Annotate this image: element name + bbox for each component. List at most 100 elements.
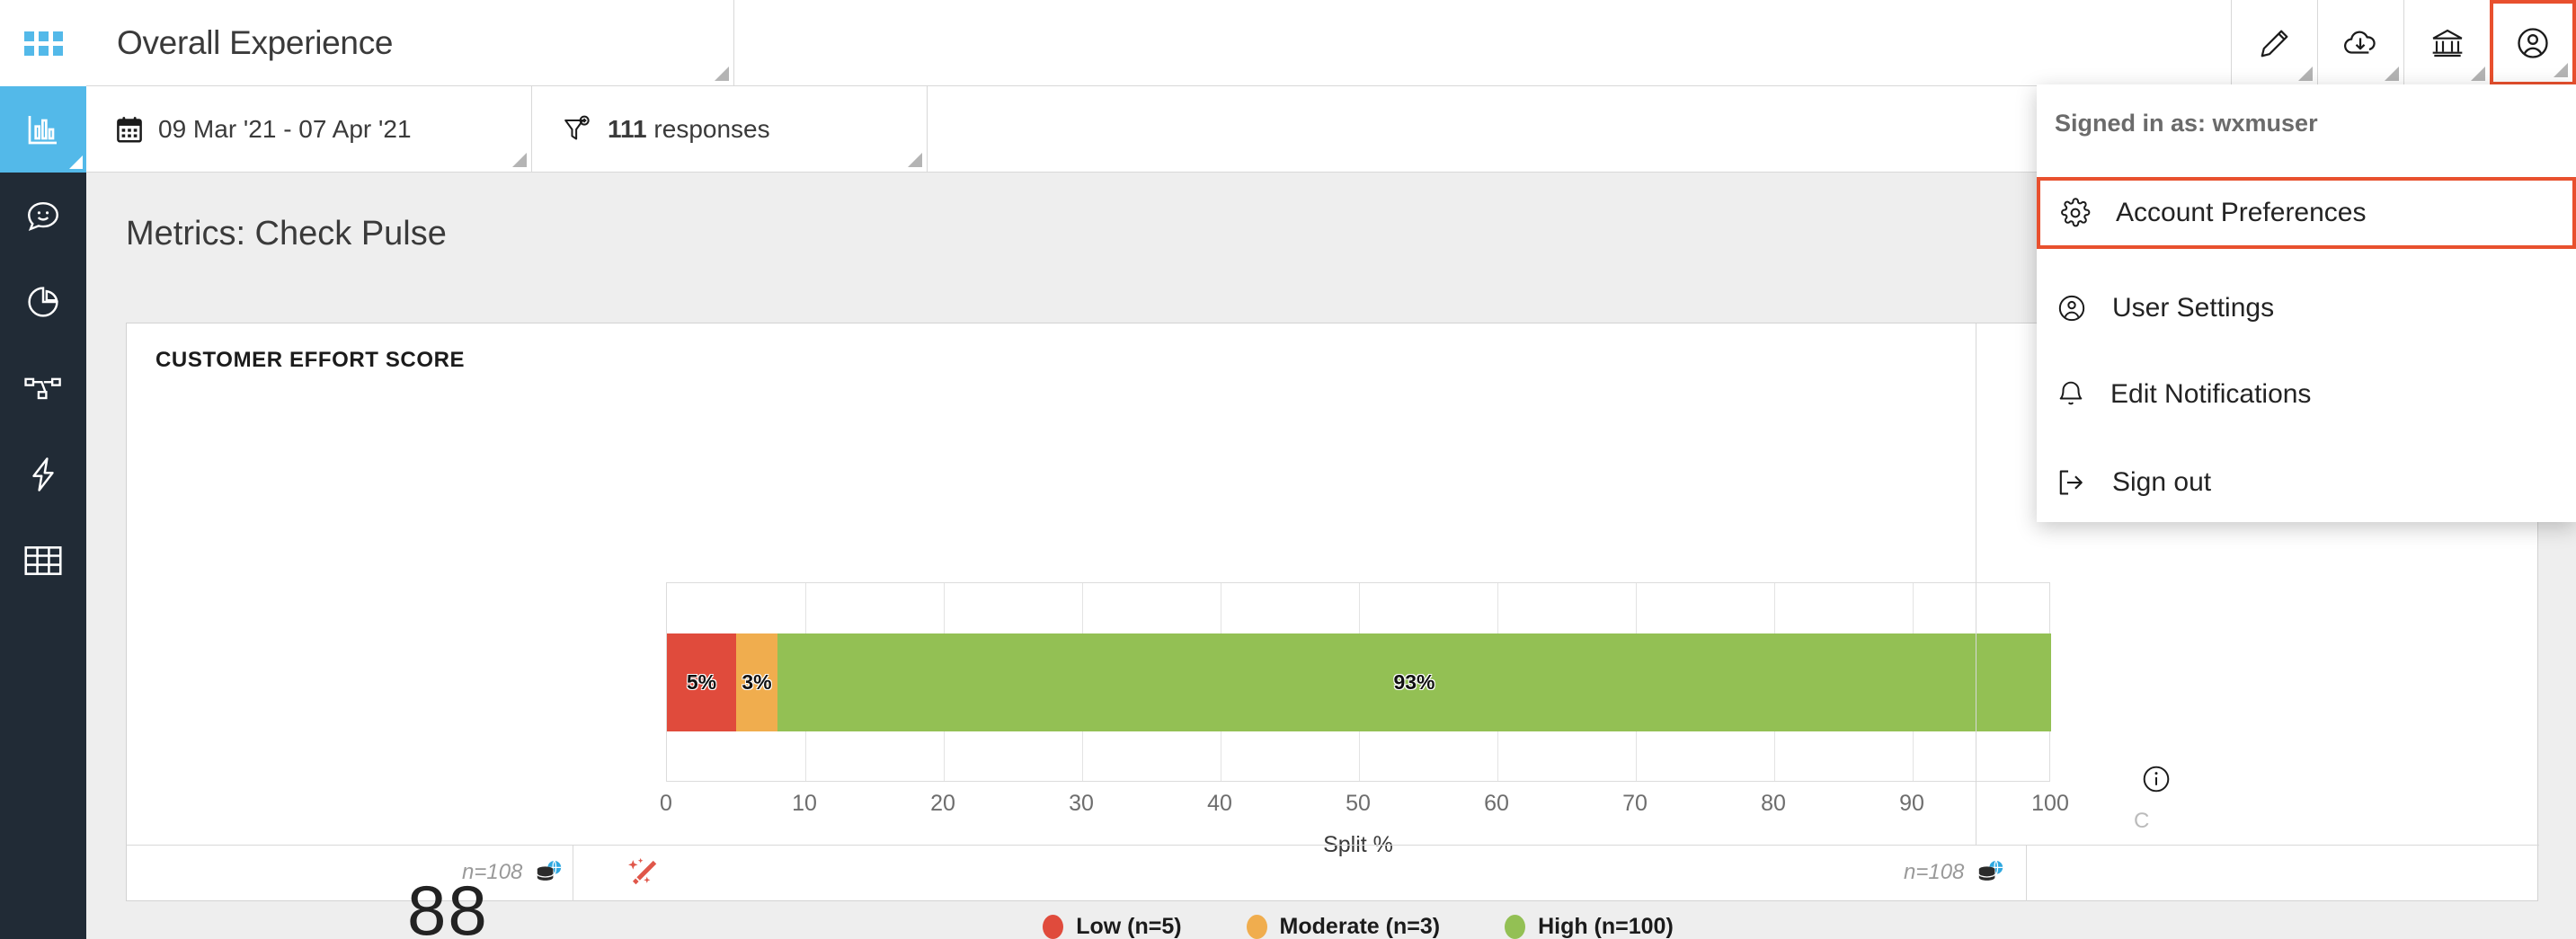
bar-segment-moderate-label: 3% bbox=[742, 670, 772, 694]
menu-item-sign-out[interactable]: Sign out bbox=[2037, 455, 2576, 510]
x-tick: 20 bbox=[930, 791, 955, 816]
bar-segment-high-label: 93% bbox=[1393, 670, 1435, 694]
resize-grip-icon[interactable] bbox=[715, 66, 729, 81]
footer-sample-size-right-label: n=108 bbox=[1904, 860, 1965, 884]
x-tick: 0 bbox=[660, 791, 672, 816]
responses-filter[interactable]: 111 responses bbox=[532, 86, 928, 172]
sidebar-item-reports[interactable] bbox=[0, 259, 86, 345]
menu-item-sign-out-label: Sign out bbox=[2112, 467, 2212, 497]
card-title: CUSTOMER EFFORT SCORE bbox=[155, 348, 466, 372]
chat-smiley-icon bbox=[24, 197, 62, 235]
bank-icon bbox=[2429, 26, 2465, 60]
resize-grip-icon bbox=[69, 155, 83, 169]
resize-grip-icon[interactable] bbox=[2298, 66, 2313, 81]
pencil-icon bbox=[2258, 26, 2292, 60]
page-title-cell[interactable]: Overall Experience bbox=[86, 0, 734, 85]
date-range-label: 09 Mar '21 - 07 Apr '21 bbox=[158, 114, 412, 143]
responses-count-label: responses bbox=[653, 114, 770, 143]
x-tick: 40 bbox=[1207, 791, 1232, 816]
sidebar-item-hierarchy[interactable] bbox=[0, 345, 86, 431]
footer-sample-size-left: n=108 bbox=[462, 858, 564, 887]
date-range-filter[interactable]: 09 Mar '21 - 07 Apr '21 bbox=[86, 86, 532, 172]
x-tick: 90 bbox=[1899, 791, 1924, 816]
chart-legend: Low (n=5) Moderate (n=3) High (n=100) bbox=[666, 914, 2050, 939]
menu-item-account-preferences[interactable]: Account Preferences bbox=[2037, 177, 2576, 249]
sidebar-item-apps[interactable] bbox=[0, 0, 86, 86]
x-tick: 50 bbox=[1346, 791, 1371, 816]
footer-divider bbox=[2026, 846, 2027, 901]
bell-icon bbox=[2056, 379, 2085, 410]
ces-stacked-bar-chart: 5% 3% 93% 0 10 20 30 40 50 60 70 80 90 1… bbox=[660, 582, 2069, 857]
sidebar-item-dashboard[interactable] bbox=[0, 86, 86, 173]
org-tree-icon bbox=[23, 372, 63, 404]
account-dropdown-menu: Signed in as: wxmuser Account Preference… bbox=[2037, 84, 2576, 522]
calendar-icon bbox=[117, 116, 142, 143]
gear-icon bbox=[2060, 198, 2091, 228]
panel2-truncated-label: C bbox=[2134, 809, 2150, 833]
magic-wand-icon[interactable] bbox=[626, 856, 662, 890]
left-sidebar bbox=[0, 0, 86, 939]
info-circle-icon[interactable] bbox=[2141, 764, 2172, 794]
bar-segment-low[interactable]: 5% bbox=[667, 633, 736, 731]
pie-chart-icon bbox=[24, 283, 62, 321]
resize-grip-icon[interactable] bbox=[512, 153, 527, 167]
app-root: Overall Experience 09 Mar '21 - 07 Apr '… bbox=[0, 0, 2576, 939]
x-tick: 80 bbox=[1761, 791, 1786, 816]
menu-item-edit-notifications[interactable]: Edit Notifications bbox=[2037, 367, 2576, 422]
table-grid-icon bbox=[23, 545, 63, 577]
database-globe-icon[interactable] bbox=[1975, 858, 2005, 887]
download-button[interactable] bbox=[2317, 0, 2403, 85]
x-tick: 30 bbox=[1069, 791, 1094, 816]
user-circle-icon bbox=[2515, 25, 2551, 61]
x-tick: 70 bbox=[1622, 791, 1648, 816]
top-header: Overall Experience bbox=[86, 0, 2576, 86]
menu-item-user-settings[interactable]: User Settings bbox=[2037, 280, 2576, 336]
resize-grip-icon[interactable] bbox=[2471, 66, 2485, 81]
footer-sample-size-left-label: n=108 bbox=[462, 860, 523, 884]
organization-button[interactable] bbox=[2403, 0, 2490, 85]
edit-button[interactable] bbox=[2231, 0, 2317, 85]
lightning-bolt-icon bbox=[25, 456, 61, 493]
legend-item-low[interactable]: Low (n=5) bbox=[1043, 914, 1182, 939]
legend-swatch-low bbox=[1043, 915, 1064, 939]
legend-swatch-moderate bbox=[1246, 915, 1267, 939]
legend-swatch-high bbox=[1505, 915, 1526, 939]
menu-item-user-settings-label: User Settings bbox=[2112, 293, 2275, 323]
user-circle-icon bbox=[2056, 293, 2087, 323]
account-button[interactable] bbox=[2490, 0, 2576, 85]
card-footer: n=108 n=108 bbox=[127, 845, 2539, 901]
sidebar-item-data-table[interactable] bbox=[0, 518, 86, 604]
page-title: Overall Experience bbox=[117, 23, 394, 61]
menu-item-account-preferences-label: Account Preferences bbox=[2116, 198, 2367, 227]
legend-label-low: Low (n=5) bbox=[1076, 914, 1182, 939]
responses-count: 111 responses bbox=[608, 115, 770, 144]
menu-item-edit-notifications-label: Edit Notifications bbox=[2110, 379, 2312, 409]
legend-item-high[interactable]: High (n=100) bbox=[1505, 914, 1674, 939]
filter-add-icon bbox=[563, 115, 591, 144]
sidebar-item-feedback[interactable] bbox=[0, 173, 86, 259]
signed-in-as-label: Signed in as: wxmuser bbox=[2055, 110, 2318, 137]
bar-segment-moderate[interactable]: 3% bbox=[736, 633, 777, 731]
sidebar-item-actions[interactable] bbox=[0, 431, 86, 518]
stacked-bar: 5% 3% 93% bbox=[667, 633, 2051, 731]
resize-grip-icon[interactable] bbox=[2385, 66, 2399, 81]
bar-segment-low-label: 5% bbox=[686, 670, 717, 694]
metrics-heading: Metrics: Check Pulse bbox=[126, 215, 447, 252]
cloud-download-icon bbox=[2342, 26, 2380, 60]
database-globe-icon[interactable] bbox=[533, 858, 564, 887]
chart-plot-area: 5% 3% 93% bbox=[666, 582, 2051, 782]
x-tick: 10 bbox=[792, 791, 817, 816]
resize-grip-icon[interactable] bbox=[908, 153, 922, 167]
sign-out-icon bbox=[2056, 468, 2087, 497]
legend-label-high: High (n=100) bbox=[1538, 914, 1674, 939]
x-tick: 60 bbox=[1484, 791, 1509, 816]
footer-sample-size-right: n=108 bbox=[1904, 858, 2005, 887]
resize-grip-icon[interactable] bbox=[2554, 63, 2568, 77]
legend-item-moderate[interactable]: Moderate (n=3) bbox=[1246, 914, 1441, 939]
responses-count-value: 111 bbox=[608, 114, 647, 143]
apps-grid-icon bbox=[23, 31, 63, 56]
legend-label-moderate: Moderate (n=3) bbox=[1279, 914, 1441, 939]
header-actions bbox=[2231, 0, 2576, 85]
bar-chart-icon bbox=[24, 111, 62, 147]
bar-segment-high[interactable]: 93% bbox=[777, 633, 2051, 731]
